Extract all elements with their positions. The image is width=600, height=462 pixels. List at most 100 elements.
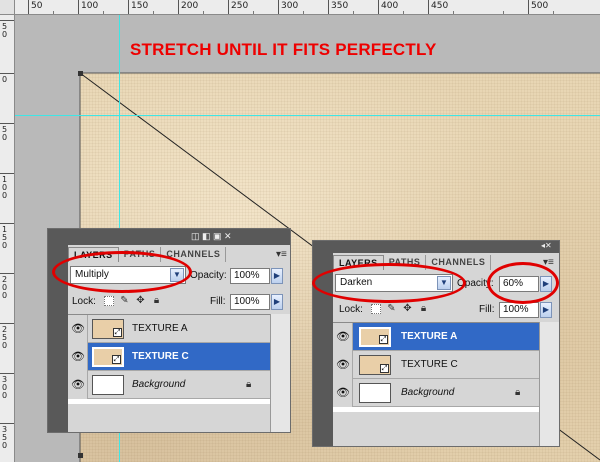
visibility-toggle[interactable]: 👁︎ (333, 351, 353, 379)
layer-name: TEXTURE C (401, 359, 458, 370)
fill-label: Fill: (210, 296, 226, 307)
layers-list: 👁︎ ⤢ TEXTURE A 👁︎ ⤢ TEXTURE C 👁︎ Backgro… (333, 322, 539, 412)
layer-row-background[interactable]: 👁︎ Background 🔒︎ (68, 371, 270, 399)
ruler-label: 200 (2, 275, 8, 300)
ruler-tick (303, 11, 304, 14)
layers-scrollbar[interactable] (539, 322, 559, 446)
ruler-tick (353, 11, 354, 14)
ruler-tick (203, 11, 204, 14)
ruler-tick (153, 11, 154, 14)
layer-row-texture-c[interactable]: 👁︎ ⤢ TEXTURE C (68, 343, 270, 371)
layer-name: Background (132, 379, 186, 390)
layer-row-texture-a[interactable]: 👁︎ ⤢ TEXTURE A (333, 323, 539, 351)
fill-field[interactable]: 100% (499, 302, 539, 318)
highlight-circle-opacity (487, 262, 559, 304)
panel-titlebar[interactable] (48, 229, 290, 245)
lock-icon: 🔒︎ (515, 387, 521, 398)
lock-icon[interactable]: 🔒︎ (418, 303, 429, 314)
layers-scrollbar[interactable] (270, 314, 290, 432)
eye-icon: 👁︎ (336, 331, 350, 343)
fill-field[interactable]: 100% (230, 294, 270, 310)
ruler-left[interactable]: 50 0 50 100 150 200 250 300 350 (0, 15, 15, 462)
ruler-label: 500 (531, 1, 549, 11)
visibility-toggle[interactable]: 👁︎ (333, 379, 353, 407)
ruler-tick (403, 11, 404, 14)
ruler-tick (0, 223, 14, 224)
ruler-tick (53, 11, 54, 14)
layer-name: Background (401, 387, 455, 398)
lock-label: Lock: (72, 296, 96, 307)
eye-icon: 👁︎ (71, 379, 85, 391)
move-icon[interactable]: ✥ (402, 303, 413, 314)
layer-row-texture-c[interactable]: 👁︎ ⤢ TEXTURE C (333, 351, 539, 379)
lock-options: ✎ ✥ 🔒︎ (371, 303, 429, 314)
layers-list: 👁︎ ⤢ TEXTURE A 👁︎ ⤢ TEXTURE C 👁︎ Backgro… (68, 314, 270, 404)
visibility-toggle[interactable]: 👁︎ (333, 323, 353, 351)
opacity-label: Opacity: (190, 270, 227, 281)
ruler-label: 350 (331, 1, 349, 11)
transform-handle[interactable] (78, 71, 83, 76)
ruler-label: 100 (81, 1, 99, 11)
visibility-toggle[interactable]: 👁︎ (68, 315, 88, 343)
eye-icon: 👁︎ (336, 387, 350, 399)
layer-row-texture-a[interactable]: 👁︎ ⤢ TEXTURE A (68, 315, 270, 343)
ruler-tick (378, 0, 379, 14)
layer-name: TEXTURE A (401, 331, 458, 342)
ruler-tick (0, 173, 14, 174)
lock-label: Lock: (339, 304, 363, 315)
panel-menu-icon[interactable]: ▾≡ (276, 249, 287, 260)
link-icon: ⤢ (113, 328, 122, 337)
visibility-toggle[interactable]: 👁︎ (68, 371, 88, 399)
fill-label: Fill: (479, 304, 495, 315)
lock-transparent-icon[interactable] (104, 295, 114, 306)
chevron-right-icon[interactable]: ▶ (271, 294, 283, 310)
ruler-tick (328, 0, 329, 14)
layer-name: TEXTURE A (132, 323, 188, 334)
transform-handle[interactable] (78, 453, 83, 458)
lock-icon[interactable]: 🔒︎ (151, 295, 162, 306)
ruler-tick (0, 373, 14, 374)
lock-transparent-icon[interactable] (371, 303, 381, 314)
link-icon: ⤢ (379, 335, 388, 344)
eye-icon: 👁︎ (71, 351, 85, 363)
chevron-right-icon[interactable]: ▶ (540, 302, 552, 318)
guide-horizontal[interactable] (15, 115, 600, 116)
ruler-tick (428, 0, 429, 14)
ruler-label: 250 (2, 325, 8, 350)
move-icon[interactable]: ✥ (135, 295, 146, 306)
brush-icon[interactable]: ✎ (386, 303, 397, 314)
panel-titlebar[interactable] (313, 241, 559, 253)
layer-thumbnail (359, 383, 391, 403)
ruler-tick (0, 20, 14, 21)
ruler-tick (0, 423, 14, 424)
ruler-tick (0, 323, 14, 324)
headline: STRETCH UNTIL IT FITS PERFECTLY (130, 40, 437, 59)
ruler-label: 0 (2, 75, 8, 84)
ruler-label: 300 (281, 1, 299, 11)
opacity-field[interactable]: 100% (230, 268, 270, 284)
ruler-tick (178, 0, 179, 14)
ruler-tick (0, 273, 14, 274)
lock-icon: 🔒︎ (246, 379, 252, 390)
panel-menu-icon[interactable]: ◂✕ (541, 241, 552, 250)
visibility-toggle[interactable]: 👁︎ (68, 343, 88, 371)
lock-options: ✎ ✥ 🔒︎ (104, 295, 162, 306)
ruler-label: 150 (2, 225, 8, 250)
ruler-label: 50 (2, 125, 8, 142)
layer-thumbnail: ⤢ (359, 327, 391, 347)
chevron-right-icon[interactable]: ▶ (271, 268, 283, 284)
ruler-top[interactable]: 50 100 150 200 250 300 350 400 450 500 (0, 0, 600, 15)
ruler-tick (503, 11, 504, 14)
ruler-label: 450 (431, 1, 449, 11)
layer-row-background[interactable]: 👁︎ Background 🔒︎ (333, 379, 539, 407)
ruler-tick (0, 123, 14, 124)
panel-menu-icon[interactable]: ◫ ◧ ▣ ✕ (191, 231, 232, 242)
highlight-circle-blend-mode (312, 263, 466, 303)
ruler-tick (103, 11, 104, 14)
ruler-label: 400 (381, 1, 399, 11)
layer-thumbnail (92, 375, 124, 395)
link-icon: ⤢ (380, 364, 389, 373)
brush-icon[interactable]: ✎ (119, 295, 130, 306)
layer-thumbnail: ⤢ (92, 347, 124, 367)
ruler-origin[interactable] (0, 0, 15, 15)
